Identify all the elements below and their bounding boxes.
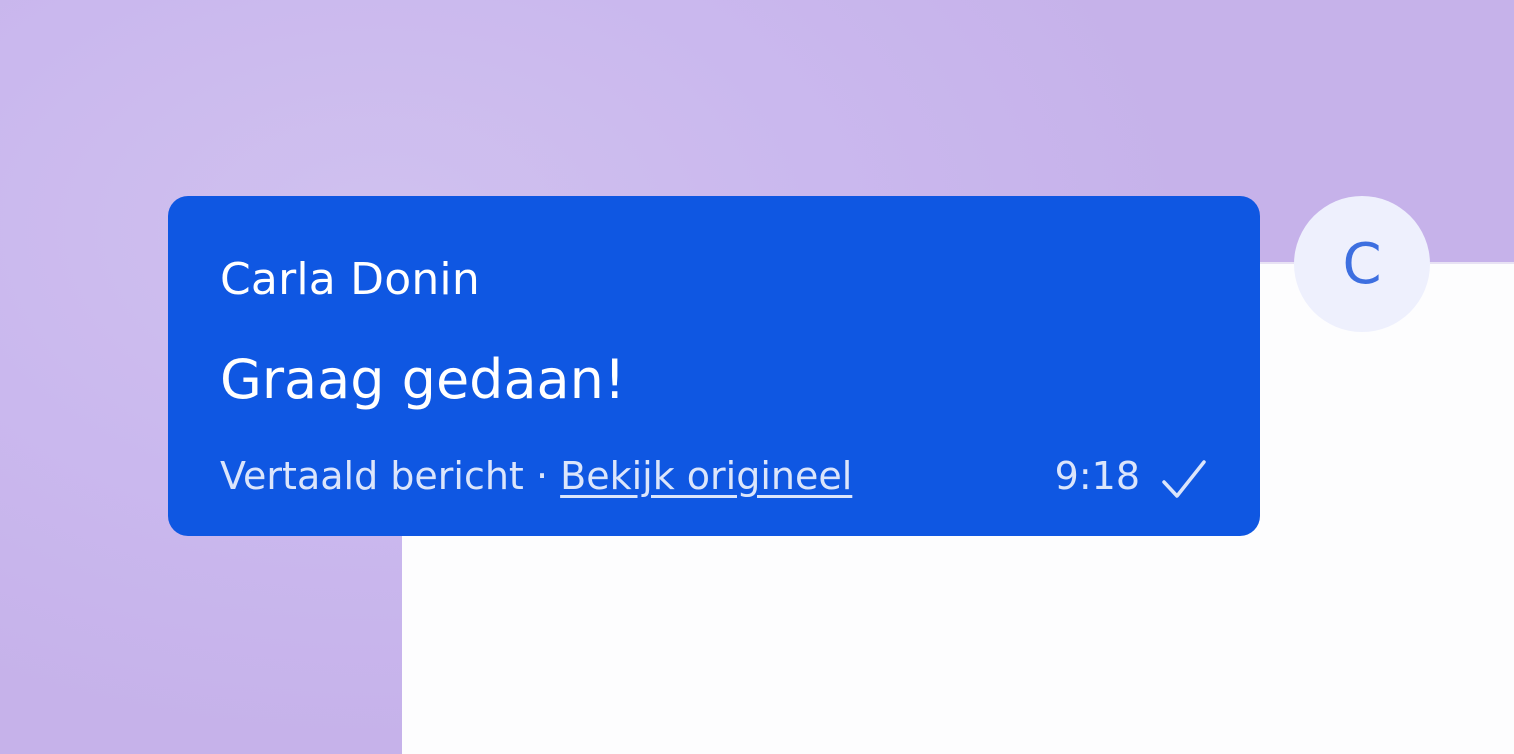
avatar[interactable]: C <box>1294 196 1430 332</box>
translation-meta: Vertaald bericht · Bekijk origineel <box>220 454 852 498</box>
view-original-link[interactable]: Bekijk origineel <box>560 454 852 498</box>
message-bubble[interactable]: Carla Donin Graag gedaan! Vertaald beric… <box>168 196 1260 536</box>
translated-label: Vertaald bericht <box>220 454 524 498</box>
message-time: 9:18 <box>1054 454 1140 498</box>
meta-separator: · <box>535 454 549 498</box>
avatar-initial: C <box>1342 231 1382 297</box>
sender-name: Carla Donin <box>220 254 480 305</box>
check-icon <box>1162 460 1206 498</box>
message-text: Graag gedaan! <box>220 348 626 411</box>
